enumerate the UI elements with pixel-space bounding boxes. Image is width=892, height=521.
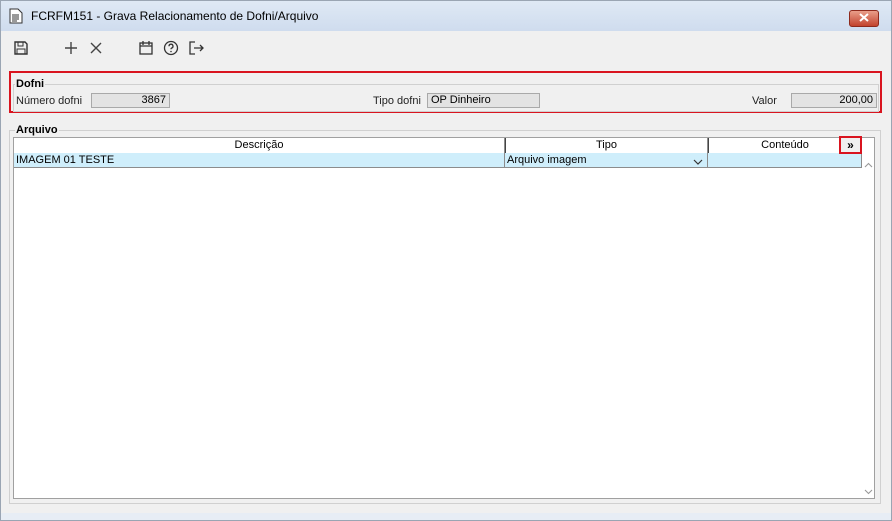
cell-tipo-value: Arquivo imagem: [507, 154, 587, 166]
dofni-legend: Dofni: [15, 78, 46, 90]
table-row[interactable]: IMAGEM 01 TESTE Arquivo imagem: [14, 153, 862, 168]
close-button[interactable]: [849, 10, 879, 27]
cell-tipo-select[interactable]: Arquivo imagem: [505, 153, 708, 168]
help-icon: [163, 40, 179, 59]
calendar-button[interactable]: [137, 40, 155, 58]
title-bar: FCRFM151 - Grava Relacionamento de Dofni…: [1, 1, 891, 31]
calendar-icon: [138, 40, 154, 59]
expand-columns-button[interactable]: »: [839, 136, 862, 154]
exit-icon: [188, 40, 204, 59]
tipo-dofni-field[interactable]: OP Dinheiro: [427, 93, 540, 108]
scroll-down-icon[interactable]: [864, 486, 873, 498]
arquivo-legend: Arquivo: [15, 124, 59, 136]
delete-button[interactable]: [87, 40, 105, 58]
main-window: FCRFM151 - Grava Relacionamento de Dofni…: [0, 0, 892, 521]
save-button[interactable]: [12, 40, 30, 58]
add-button[interactable]: [62, 40, 80, 58]
valor-label: Valor: [752, 95, 777, 107]
toolbar: [1, 31, 891, 67]
save-icon: [13, 40, 29, 59]
column-header-tipo[interactable]: Tipo: [505, 138, 708, 153]
arquivo-table: Descrição Tipo Conteúdo IMAGEM 01 TESTE …: [13, 137, 875, 499]
cell-conteudo[interactable]: [708, 153, 862, 168]
numero-dofni-field[interactable]: 3867: [91, 93, 170, 108]
tipo-dofni-label: Tipo dofni: [373, 95, 421, 107]
exit-button[interactable]: [187, 40, 205, 58]
scroll-up-icon[interactable]: [864, 159, 873, 171]
chevron-down-icon[interactable]: [693, 156, 703, 170]
close-icon: [859, 12, 869, 25]
numero-dofni-label: Número dofni: [16, 95, 83, 107]
cell-descricao[interactable]: IMAGEM 01 TESTE: [14, 153, 505, 168]
window-title: FCRFM151 - Grava Relacionamento de Dofni…: [31, 9, 319, 23]
delete-icon: [90, 42, 102, 57]
document-icon: [9, 8, 23, 24]
window-bottom-border: [1, 513, 891, 520]
add-icon: [64, 41, 78, 58]
vertical-scrollbar[interactable]: [862, 153, 874, 498]
valor-field[interactable]: 200,00: [791, 93, 877, 108]
help-button[interactable]: [162, 40, 180, 58]
column-header-descricao[interactable]: Descrição: [14, 138, 505, 153]
